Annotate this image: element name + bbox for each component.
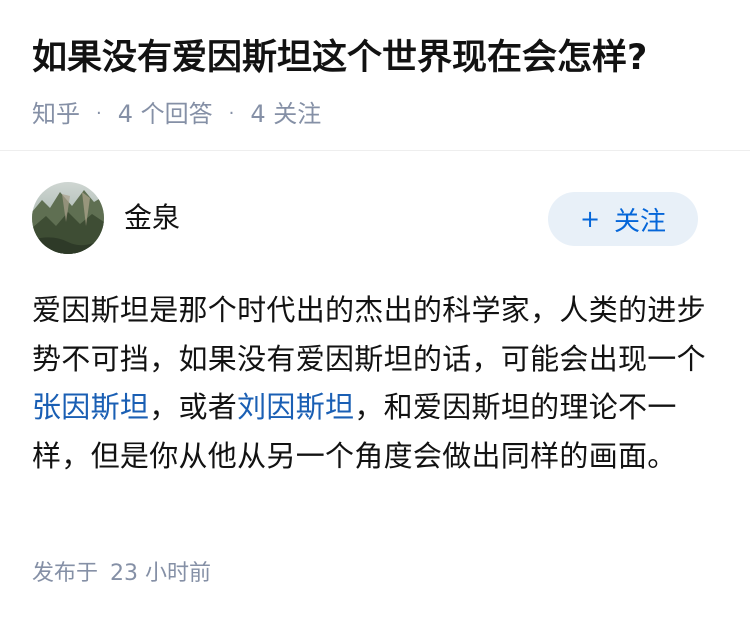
follower-count[interactable]: 4 关注 (250, 96, 321, 132)
avatar[interactable] (32, 182, 104, 254)
link-liu-yinsitan[interactable]: 刘因斯坦 (237, 390, 354, 424)
question-header: 如果没有爱因斯坦这个世界现在会怎样? 知乎 · 4 个回答 · 4 关注 (32, 34, 726, 132)
avatar-image (32, 182, 104, 254)
source-label[interactable]: 知乎 (32, 96, 80, 132)
follow-button-label: 关注 (614, 206, 667, 237)
published-label: 发布于 (32, 561, 99, 586)
link-zhang-yinsitan[interactable]: 张因斯坦 (32, 390, 149, 424)
answer-text: ，或者 (149, 390, 238, 424)
question-meta: 知乎 · 4 个回答 · 4 关注 (32, 96, 726, 132)
question-title[interactable]: 如果没有爱因斯坦这个世界现在会怎样? (32, 34, 726, 82)
author-row: 金泉 + 关注 (32, 182, 698, 258)
answer-count[interactable]: 4 个回答 (118, 96, 213, 132)
separator-dot: · (228, 103, 235, 124)
published-time: 23 小时前 (110, 561, 212, 586)
follow-button[interactable]: + 关注 (548, 192, 698, 246)
plus-icon: + (579, 205, 601, 233)
answer-footer: 发布于 23 小时前 (32, 558, 211, 590)
answer-text: 爱因斯坦是那个时代出的杰出的科学家，人类的进步势不可挡，如果没有爱因斯坦的话，可… (32, 293, 706, 376)
header-divider (0, 150, 750, 151)
answer-content: 爱因斯坦是那个时代出的杰出的科学家，人类的进步势不可挡，如果没有爱因斯坦的话，可… (32, 286, 722, 480)
author-name[interactable]: 金泉 (124, 198, 180, 238)
separator-dot: · (96, 103, 102, 124)
